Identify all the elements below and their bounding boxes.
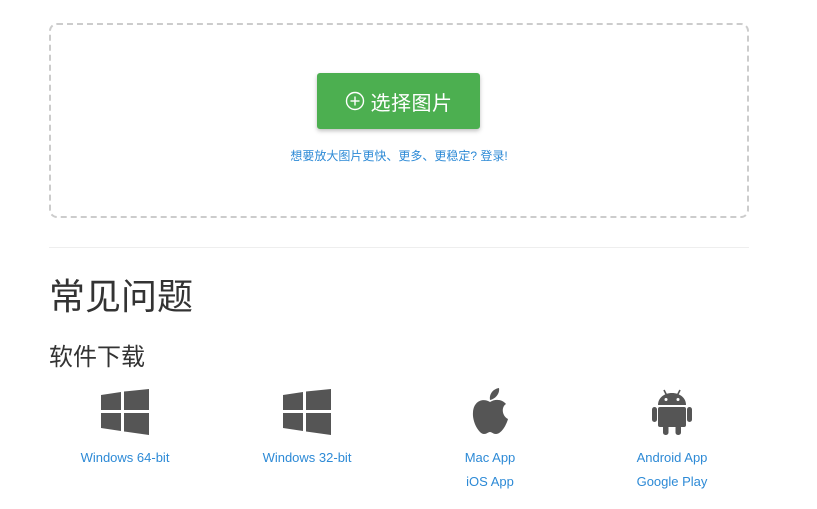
mac-app-link[interactable]: Mac App — [410, 446, 570, 470]
android-app-link[interactable]: Android App — [592, 446, 752, 470]
login-hint-link[interactable]: 想要放大图片更快、更多、更稳定? 登录! — [49, 147, 749, 164]
android-icon — [592, 386, 752, 438]
download-windows-32: Windows 32-bit — [227, 386, 387, 470]
download-section-title: 软件下载 — [49, 344, 145, 371]
faq-title: 常见问题 — [49, 276, 194, 317]
select-image-button[interactable]: 选择图片 — [317, 73, 480, 129]
google-play-link[interactable]: Google Play — [592, 470, 752, 494]
windows-32-link[interactable]: Windows 32-bit — [227, 446, 387, 470]
windows-icon — [45, 386, 205, 438]
windows-64-link[interactable]: Windows 64-bit — [45, 446, 205, 470]
download-apple: Mac App iOS App — [410, 386, 570, 494]
ios-app-link[interactable]: iOS App — [410, 470, 570, 494]
section-divider — [49, 247, 749, 248]
download-android: Android App Google Play — [592, 386, 752, 494]
windows-icon — [227, 386, 387, 438]
download-windows-64: Windows 64-bit — [45, 386, 205, 470]
plus-circle-icon — [345, 91, 364, 111]
select-image-label: 选择图片 — [370, 92, 453, 115]
apple-icon — [410, 386, 570, 438]
